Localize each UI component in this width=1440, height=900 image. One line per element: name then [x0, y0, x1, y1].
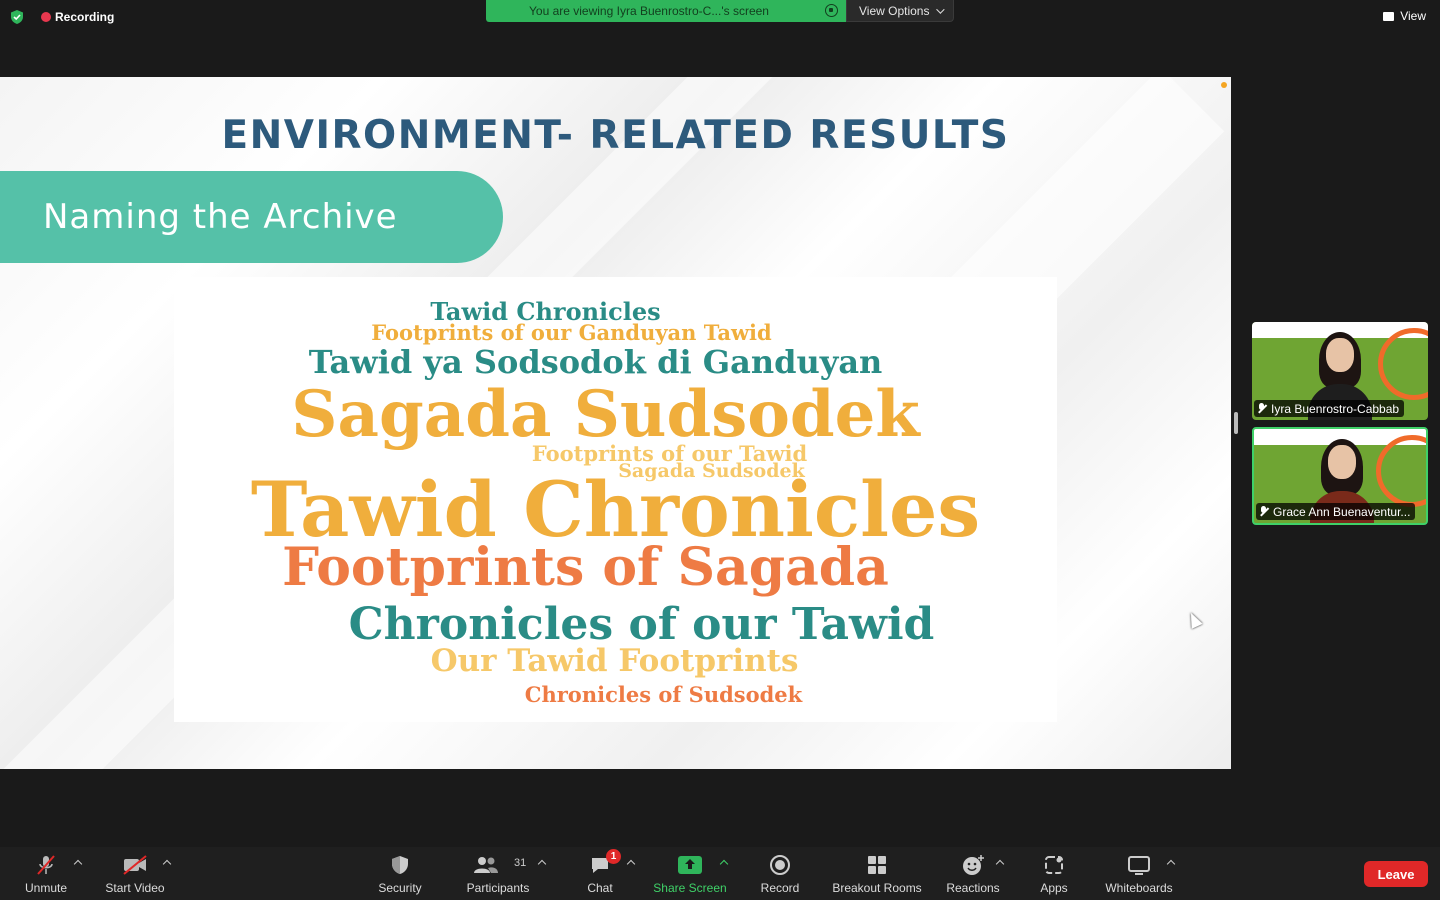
- word-cloud-word: Our Tawid Footprints: [430, 643, 799, 679]
- breakout-rooms-button[interactable]: Breakout Rooms: [829, 853, 925, 897]
- slide-dot: [1221, 82, 1227, 88]
- participant-name: Grace Ann Buenaventur...: [1273, 504, 1411, 519]
- slide-title: ENVIRONMENT- RELATED RESULTS: [221, 113, 1010, 158]
- share-screen-button[interactable]: Share Screen: [651, 853, 729, 897]
- leave-button[interactable]: Leave: [1364, 861, 1428, 887]
- gallery-resize-handle[interactable]: [1234, 412, 1238, 434]
- unmute-label: Unmute: [24, 881, 68, 895]
- shared-screen-slide[interactable]: ENVIRONMENT- RELATED RESULTS Naming the …: [0, 77, 1231, 769]
- record-button[interactable]: Record: [757, 853, 803, 897]
- word-cloud: Tawid Chronicles Footprints of our Gandu…: [174, 277, 1057, 722]
- participants-label: Participants: [466, 881, 530, 895]
- video-off-icon: [123, 855, 147, 875]
- participant-name: Iyra Buenrostro-Cabbab: [1271, 401, 1400, 416]
- encryption-shield-icon[interactable]: [9, 9, 25, 25]
- meeting-toolbar: Unmute Start Video Security 31 Participa…: [0, 847, 1440, 900]
- word-cloud-word: Footprints of our Ganduyan Tawid: [371, 320, 772, 345]
- whiteboard-icon: [1128, 856, 1150, 875]
- viewing-screen-banner: You are viewing Iyra Buenrostro-C...'s s…: [486, 0, 846, 22]
- word-cloud-word: Chronicles of Sudsodek: [524, 682, 803, 707]
- security-button[interactable]: Security: [374, 853, 426, 897]
- record-label: Record: [760, 881, 800, 895]
- participants-icon: [474, 857, 498, 873]
- muted-mic-icon: [1257, 403, 1266, 414]
- virtual-background-ring: [1376, 435, 1426, 507]
- whiteboards-button[interactable]: Whiteboards: [1101, 853, 1177, 897]
- breakout-rooms-grid-icon: [868, 856, 886, 874]
- chat-options-caret-icon[interactable]: [626, 859, 636, 869]
- participant-gallery: Iyra Buenrostro-Cabbab Grace Ann Buenave…: [1252, 322, 1428, 532]
- start-video-button[interactable]: Start Video: [102, 853, 168, 897]
- participant-video-tile-active-speaker[interactable]: Grace Ann Buenaventur...: [1252, 427, 1428, 525]
- stop-share-icon[interactable]: [825, 4, 838, 17]
- reactions-button[interactable]: Reactions: [944, 853, 1002, 897]
- participants-options-caret-icon[interactable]: [537, 859, 547, 869]
- participant-video-tile[interactable]: Iyra Buenrostro-Cabbab: [1252, 322, 1428, 420]
- virtual-background-ring: [1378, 328, 1428, 400]
- view-layout-icon: [1383, 11, 1395, 21]
- muted-mic-icon: [1259, 506, 1268, 517]
- word-cloud-word: Tawid ya Sodsodok di Ganduyan: [308, 343, 883, 381]
- unmute-button[interactable]: Unmute: [22, 853, 70, 897]
- recording-label[interactable]: Recording: [55, 10, 114, 24]
- top-bar: Recording You are viewing Iyra Buenrostr…: [0, 0, 1440, 34]
- muted-microphone-icon: [37, 855, 55, 875]
- share-screen-icon: [678, 856, 702, 874]
- view-options-label: View Options: [859, 3, 930, 18]
- chat-unread-badge: 1: [606, 849, 621, 864]
- record-icon: [770, 855, 790, 875]
- apps-label: Apps: [1040, 881, 1068, 895]
- start-video-label: Start Video: [105, 881, 165, 895]
- word-cloud-word: Footprints of Sagada: [282, 537, 889, 598]
- viewing-screen-text: You are viewing Iyra Buenrostro-C...'s s…: [529, 4, 769, 18]
- breakout-rooms-label: Breakout Rooms: [832, 881, 922, 895]
- participants-count: 31: [514, 857, 527, 869]
- view-label: View: [1400, 9, 1426, 23]
- share-screen-label: Share Screen: [653, 881, 727, 895]
- section-label: Naming the Archive: [43, 197, 398, 237]
- view-options-button[interactable]: View Options: [846, 0, 954, 22]
- security-label: Security: [378, 881, 422, 895]
- audio-options-caret-icon[interactable]: [73, 859, 83, 869]
- chat-label: Chat: [587, 881, 613, 895]
- chat-button[interactable]: 1 Chat: [584, 849, 621, 897]
- participants-button[interactable]: 31 Participants: [463, 853, 533, 897]
- apps-icon: [1045, 856, 1063, 874]
- whiteboards-label: Whiteboards: [1105, 881, 1173, 895]
- view-button[interactable]: View: [1383, 9, 1426, 23]
- participant-name-tag: Iyra Buenrostro-Cabbab: [1254, 400, 1405, 417]
- reactions-label: Reactions: [946, 881, 1000, 895]
- participant-name-tag: Grace Ann Buenaventur...: [1256, 503, 1416, 520]
- recording-dot-icon: [41, 12, 51, 22]
- security-shield-icon: [392, 856, 408, 874]
- reactions-smiley-icon: [963, 855, 984, 875]
- apps-button[interactable]: Apps: [1036, 853, 1072, 897]
- section-pill: Naming the Archive: [0, 171, 503, 263]
- chevron-down-icon: [936, 4, 946, 14]
